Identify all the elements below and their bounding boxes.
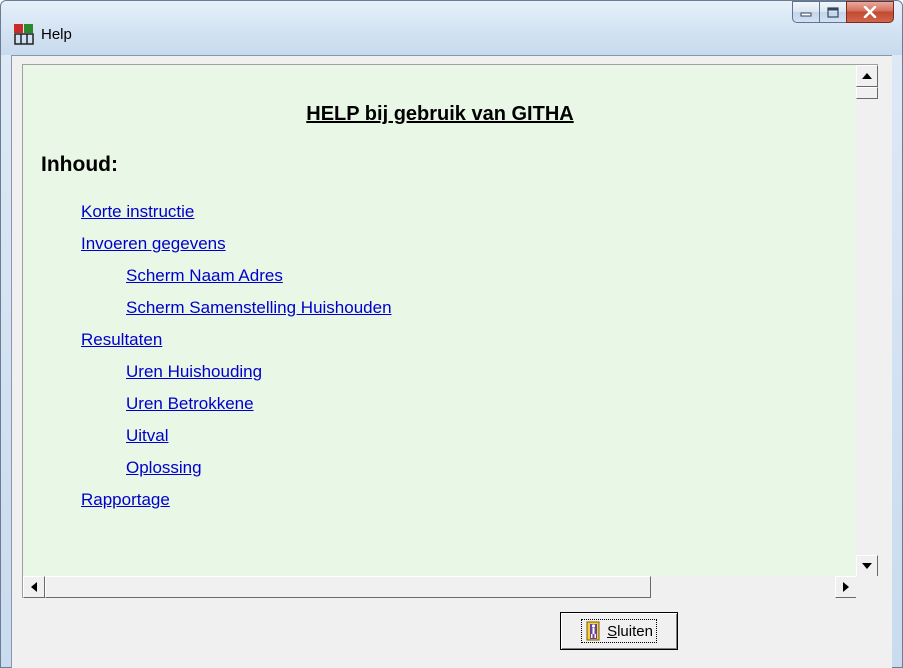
minimize-button[interactable] <box>792 1 819 23</box>
app-icon <box>14 24 34 45</box>
sluiten-button-label: Sluiten <box>607 622 653 640</box>
client-area: HELP bij gebruik van GITHA Inhoud: Korte… <box>11 55 892 668</box>
sluiten-button-focus: Sluiten <box>581 619 657 643</box>
link-scherm-naam-adres[interactable]: Scherm Naam Adres <box>126 266 283 286</box>
help-window: Help HELP bij gebruik van GITHA Inhoud: … <box>0 0 903 668</box>
toc-title: Inhoud: <box>41 153 118 176</box>
link-invoeren-gegevens[interactable]: Invoeren gegevens <box>81 234 226 254</box>
close-window-button[interactable] <box>846 1 894 23</box>
minimize-icon <box>800 12 812 17</box>
arrow-right-icon <box>843 582 849 592</box>
scrollbar-corner <box>856 576 878 598</box>
arrow-left-icon <box>31 582 37 592</box>
horizontal-scrollbar[interactable] <box>23 576 857 598</box>
arrow-down-icon <box>862 563 872 569</box>
title-bar[interactable]: Help <box>1 1 902 55</box>
link-uren-betrokkene[interactable]: Uren Betrokkene <box>126 394 254 414</box>
arrow-up-icon <box>862 73 872 79</box>
window-title: Help <box>41 26 72 43</box>
link-uren-huishouding[interactable]: Uren Huishouding <box>126 362 262 382</box>
horizontal-scroll-thumb[interactable] <box>45 576 651 598</box>
link-oplossing[interactable]: Oplossing <box>126 458 202 478</box>
link-rapportage[interactable]: Rapportage <box>81 490 170 510</box>
vertical-scroll-thumb[interactable] <box>856 87 878 99</box>
link-scherm-samenstelling-huishouden[interactable]: Scherm Samenstelling Huishouden <box>126 298 392 318</box>
window-controls <box>792 1 894 29</box>
link-uitval[interactable]: Uitval <box>126 426 169 446</box>
link-resultaten[interactable]: Resultaten <box>81 330 162 350</box>
scroll-right-button[interactable] <box>835 576 857 598</box>
sluiten-button[interactable]: Sluiten <box>560 612 678 650</box>
scroll-down-button[interactable] <box>856 555 878 577</box>
close-icon <box>863 6 877 18</box>
maximize-icon <box>827 6 839 18</box>
scroll-up-button[interactable] <box>856 65 878 87</box>
help-content-pane: HELP bij gebruik van GITHA Inhoud: Korte… <box>22 64 878 598</box>
vertical-scrollbar[interactable] <box>856 65 878 577</box>
maximize-button[interactable] <box>819 1 846 23</box>
door-exit-icon <box>586 621 600 641</box>
link-korte-instructie[interactable]: Korte instructie <box>81 202 194 222</box>
scroll-left-button[interactable] <box>23 576 45 598</box>
help-heading: HELP bij gebruik van GITHA <box>306 103 574 125</box>
